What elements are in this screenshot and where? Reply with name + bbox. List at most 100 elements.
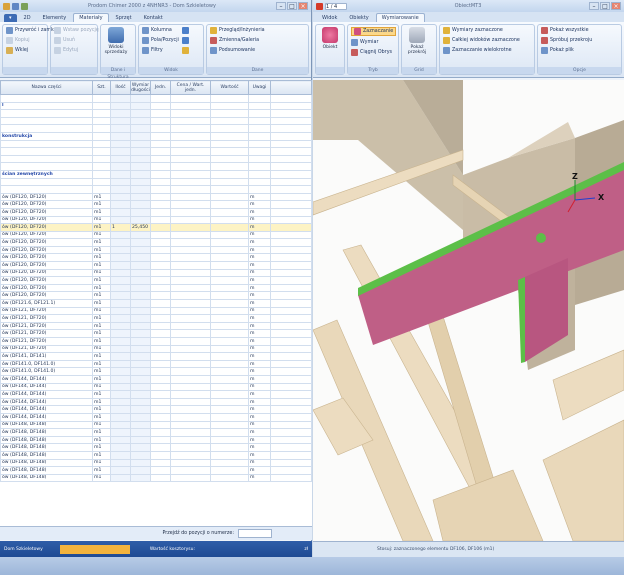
table-cell[interactable] bbox=[110, 359, 131, 369]
table-cell[interactable] bbox=[150, 473, 171, 483]
table-cell[interactable] bbox=[130, 109, 151, 118]
table-cell[interactable] bbox=[170, 276, 211, 285]
table-cell[interactable] bbox=[210, 116, 249, 126]
table-cell[interactable]: m1 bbox=[92, 382, 111, 392]
table-row[interactable]: ów (DF148, DF148) m1 m bbox=[0, 428, 312, 437]
table-cell[interactable] bbox=[150, 185, 171, 194]
table-cell[interactable]: m bbox=[248, 428, 271, 437]
table-cell[interactable] bbox=[110, 139, 131, 149]
table-row[interactable] bbox=[0, 116, 312, 126]
table-cell[interactable] bbox=[248, 177, 271, 187]
table-cell[interactable] bbox=[150, 215, 171, 225]
table-cell[interactable] bbox=[150, 101, 171, 111]
table-cell[interactable] bbox=[110, 207, 131, 217]
table-cell[interactable] bbox=[130, 390, 151, 399]
table-cell[interactable] bbox=[150, 337, 171, 346]
table-cell[interactable] bbox=[210, 374, 249, 384]
table-row[interactable]: ów (DF121, DF720) m1 m bbox=[0, 344, 312, 354]
table-cell[interactable] bbox=[110, 147, 131, 156]
table-cell[interactable] bbox=[150, 374, 171, 384]
column-button[interactable]: Kolumna bbox=[142, 27, 179, 34]
table-cell[interactable]: konstrukcja bbox=[0, 131, 93, 141]
table-cell[interactable] bbox=[210, 458, 249, 468]
table-cell[interactable] bbox=[110, 268, 131, 278]
table-cell[interactable] bbox=[110, 124, 131, 133]
show-file-button[interactable]: Pokaż plik bbox=[541, 47, 592, 54]
table-cell[interactable] bbox=[110, 428, 131, 437]
table-cell[interactable] bbox=[248, 116, 271, 126]
column-header[interactable]: Ilość bbox=[110, 80, 131, 95]
table-cell[interactable] bbox=[130, 314, 151, 323]
table-cell[interactable]: ów (DF121.6, DF121.1) bbox=[0, 299, 93, 308]
table-row[interactable]: ów (DF120, DF720) m1 m bbox=[0, 215, 312, 225]
table-row[interactable]: ów (DF144, DF144) m1 m bbox=[0, 390, 312, 399]
table-cell[interactable] bbox=[130, 101, 151, 111]
table-cell[interactable]: ów (DF120, DF720) bbox=[0, 245, 93, 255]
table-cell[interactable]: m bbox=[248, 450, 271, 460]
table-cell[interactable] bbox=[92, 101, 111, 111]
table-cell[interactable] bbox=[170, 192, 211, 202]
table-row[interactable]: ów (DF120, DF720) m1 m bbox=[0, 200, 312, 209]
table-cell[interactable] bbox=[150, 268, 171, 278]
table-cell[interactable] bbox=[110, 420, 131, 430]
table-cell[interactable]: ów (DF148, DF148) bbox=[0, 428, 93, 437]
table-cell[interactable] bbox=[170, 162, 211, 171]
table-cell[interactable] bbox=[170, 420, 211, 430]
table-cell[interactable] bbox=[130, 299, 151, 308]
table-cell[interactable]: m1 bbox=[92, 390, 111, 399]
table-cell[interactable]: m1 bbox=[92, 299, 111, 308]
table-cell[interactable] bbox=[110, 337, 131, 346]
table-cell[interactable] bbox=[210, 131, 249, 141]
table-cell[interactable]: ów (DF148, DF148) bbox=[0, 458, 93, 468]
table-cell[interactable]: m bbox=[248, 443, 271, 452]
table-cell[interactable]: ów (DF120, DF720) bbox=[0, 200, 93, 209]
table-cell[interactable] bbox=[170, 283, 211, 293]
table-cell[interactable] bbox=[170, 291, 211, 301]
table-cell[interactable]: m bbox=[248, 291, 271, 301]
tab-elements[interactable]: Elementy bbox=[38, 14, 72, 22]
table-cell[interactable]: ów (DF120, DF720) bbox=[0, 261, 93, 270]
table-cell[interactable]: m1 bbox=[92, 261, 111, 270]
table-row[interactable]: ów (DF120, DF720) m1 1 25,450 m bbox=[0, 223, 312, 232]
table-cell[interactable]: m1 bbox=[92, 435, 111, 445]
table-cell[interactable]: m bbox=[248, 405, 271, 414]
table-cell[interactable] bbox=[210, 466, 249, 475]
table-cell[interactable]: ów (DF148, DF148) bbox=[0, 420, 93, 430]
table-row[interactable]: ów (DF148, DF148) m1 m bbox=[0, 450, 312, 460]
table-cell[interactable] bbox=[110, 412, 131, 422]
table-cell[interactable] bbox=[150, 124, 171, 133]
maximize-icon[interactable]: □ bbox=[600, 2, 610, 10]
table-cell[interactable]: m1 bbox=[92, 253, 111, 263]
table-cell[interactable] bbox=[150, 412, 171, 422]
save-icon[interactable] bbox=[12, 2, 19, 10]
table-cell[interactable]: m1 bbox=[92, 329, 111, 338]
table-cell[interactable] bbox=[170, 390, 211, 399]
table-cell[interactable] bbox=[248, 109, 271, 118]
table-cell[interactable] bbox=[110, 352, 131, 361]
table-row[interactable]: ów (DF144, DF144) m1 m bbox=[0, 405, 312, 414]
table-cell[interactable] bbox=[130, 215, 151, 225]
table-cell[interactable]: ów (DF148, DF148) bbox=[0, 443, 93, 452]
estimate-grid[interactable]: Nazwa części Szt. Ilość Wymiar długości Jedn… bbox=[0, 80, 312, 526]
table-cell[interactable]: m1 bbox=[92, 466, 111, 475]
table-cell[interactable] bbox=[210, 109, 249, 118]
table-cell[interactable] bbox=[0, 177, 93, 187]
table-cell[interactable] bbox=[110, 390, 131, 399]
table-cell[interactable] bbox=[110, 291, 131, 301]
table-cell[interactable] bbox=[170, 314, 211, 323]
table-cell[interactable]: ów (DF120, DF720) bbox=[0, 238, 93, 247]
table-cell[interactable] bbox=[150, 154, 171, 164]
table-cell[interactable] bbox=[248, 147, 271, 156]
table-cell[interactable] bbox=[150, 177, 171, 187]
table-cell[interactable] bbox=[0, 94, 93, 103]
table-cell[interactable] bbox=[170, 321, 211, 331]
table-cell[interactable] bbox=[170, 177, 211, 187]
table-cell[interactable] bbox=[170, 238, 211, 247]
table-cell[interactable] bbox=[210, 207, 249, 217]
table-cell[interactable] bbox=[130, 268, 151, 278]
table-cell[interactable] bbox=[150, 162, 171, 171]
table-row[interactable]: ów (DF144, DF144) m1 m bbox=[0, 374, 312, 384]
table-cell[interactable]: m bbox=[248, 253, 271, 263]
table-cell[interactable] bbox=[150, 131, 171, 141]
table-cell[interactable] bbox=[170, 435, 211, 445]
